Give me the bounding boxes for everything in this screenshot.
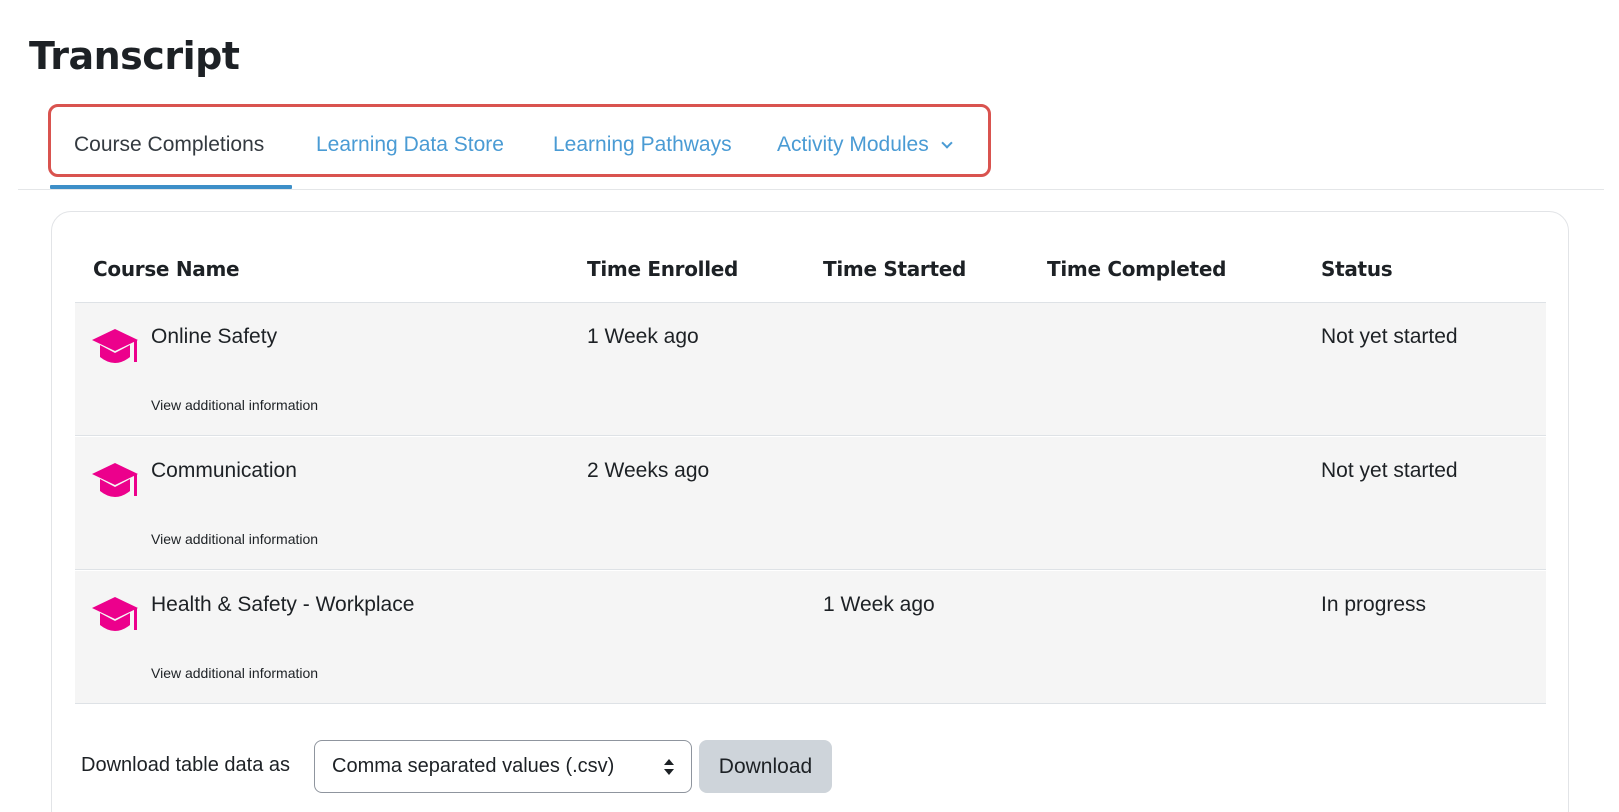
column-header-course-name[interactable]: Course Name (93, 257, 240, 281)
tab-learning-pathways[interactable]: Learning Pathways (553, 133, 732, 157)
tab-label: Activity Modules (777, 133, 929, 156)
page-title: Transcript (29, 34, 240, 78)
chevron-down-icon (940, 137, 953, 149)
view-additional-information-link[interactable]: View additional information (151, 665, 318, 681)
tab-label: Learning Data Store (316, 133, 504, 156)
tabs-divider (18, 189, 1604, 190)
column-header-status[interactable]: Status (1321, 257, 1393, 281)
table-row: Health & Safety - Workplace View additio… (75, 571, 1546, 704)
view-additional-information-link[interactable]: View additional information (151, 531, 318, 547)
status-cell: In progress (1321, 593, 1427, 616)
download-format-value: Comma separated values (.csv) (332, 755, 615, 777)
time-enrolled-cell: 2 Weeks ago (587, 459, 710, 482)
graduation-cap-icon (92, 597, 138, 631)
status-cell: Not yet started (1321, 325, 1458, 348)
column-header-time-completed[interactable]: Time Completed (1047, 257, 1226, 281)
column-header-time-started[interactable]: Time Started (823, 257, 966, 281)
graduation-cap-icon (92, 329, 138, 363)
time-started-cell: 1 Week ago (823, 593, 935, 616)
course-name[interactable]: Online Safety (151, 325, 277, 349)
view-additional-information-link[interactable]: View additional information (151, 397, 318, 413)
course-name[interactable]: Communication (151, 459, 297, 483)
tab-activity-modules[interactable]: Activity Modules (777, 133, 953, 157)
tab-learning-data-store[interactable]: Learning Data Store (316, 133, 504, 157)
download-format-select[interactable]: Comma separated values (.csv) (314, 740, 692, 793)
transcript-page: Transcript Course Completions Learning D… (0, 0, 1619, 812)
download-label: Download table data as (81, 754, 291, 776)
time-enrolled-cell: 1 Week ago (587, 325, 699, 348)
tab-course-completions[interactable]: Course Completions (74, 133, 264, 157)
table-row: Communication View additional informatio… (75, 437, 1546, 570)
sort-arrows-icon (664, 759, 674, 775)
tab-label: Course Completions (74, 133, 265, 156)
tab-label: Learning Pathways (553, 133, 732, 156)
table-row: Online Safety View additional informatio… (75, 303, 1546, 436)
course-name[interactable]: Health & Safety - Workplace (151, 593, 414, 617)
download-button[interactable]: Download (699, 740, 832, 793)
graduation-cap-icon (92, 463, 138, 497)
column-header-time-enrolled[interactable]: Time Enrolled (587, 257, 738, 281)
status-cell: Not yet started (1321, 459, 1458, 482)
